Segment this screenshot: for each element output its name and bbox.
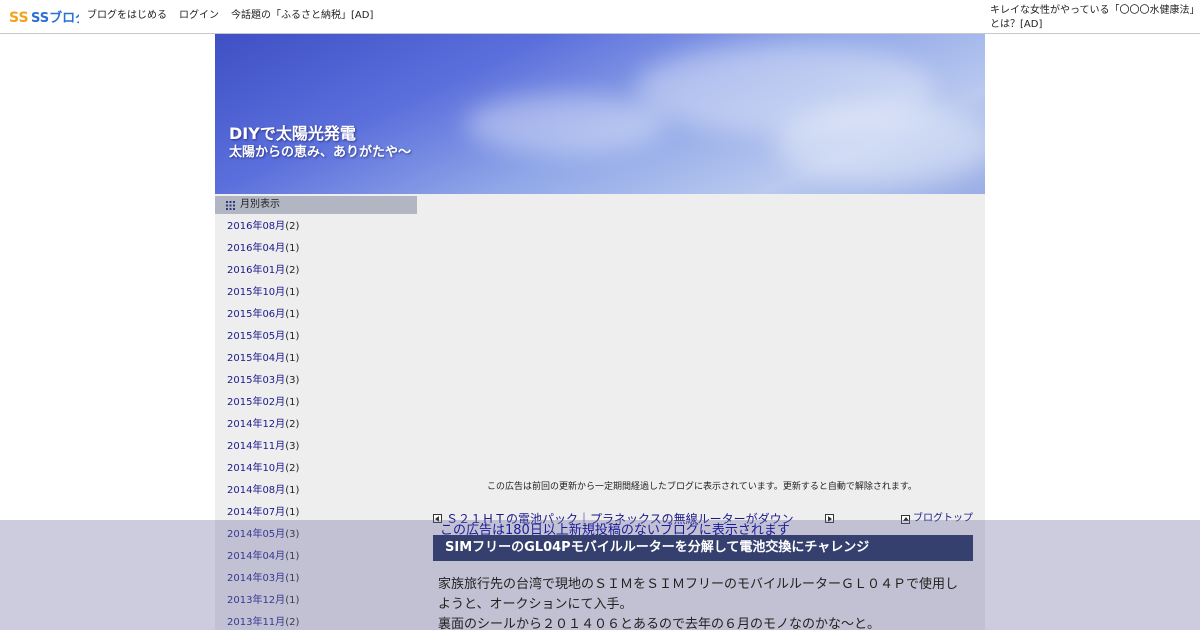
monthly-archive-label: 月別表示 bbox=[240, 199, 280, 210]
archive-item: 2014年12月(2) bbox=[227, 418, 299, 440]
archive-count: (3) bbox=[285, 375, 300, 386]
archive-item: 2015年05月(1) bbox=[227, 330, 299, 352]
archive-count: (1) bbox=[285, 331, 300, 342]
ss-blog-logo[interactable]: SS SSブログ bbox=[9, 9, 79, 25]
archive-item: 2014年11月(3) bbox=[227, 440, 299, 462]
archive-count: (1) bbox=[285, 287, 300, 298]
archive-month-link[interactable]: 2016年08月 bbox=[227, 221, 285, 232]
archive-count: (1) bbox=[285, 485, 300, 496]
archive-count: (2) bbox=[285, 265, 300, 276]
archive-count: (2) bbox=[285, 463, 300, 474]
top-right-ad-link[interactable]: キレイな女性がやっている「〇〇〇水健康法」とは？[AD] bbox=[990, 4, 1200, 32]
archive-item: 2015年02月(1) bbox=[227, 396, 299, 418]
archive-item: 2015年04月(1) bbox=[227, 352, 299, 374]
archive-month-link[interactable]: 2015年02月 bbox=[227, 397, 285, 408]
archive-month-link[interactable]: 2014年11月 bbox=[227, 441, 285, 452]
archive-count: (3) bbox=[285, 441, 300, 452]
archive-month-link[interactable]: 2014年07月 bbox=[227, 507, 285, 518]
archive-month-link[interactable]: 2015年04月 bbox=[227, 353, 285, 364]
start-blog-link[interactable]: ブログをはじめる bbox=[87, 9, 167, 23]
archive-month-link[interactable]: 2015年10月 bbox=[227, 287, 285, 298]
post-body: 家族旅行先の台湾で現地のＳＩＭをＳＩＭフリーのモバイルルーターＧＬ０４Ｐで使用し… bbox=[438, 575, 968, 635]
archive-count: (1) bbox=[285, 309, 300, 320]
svg-text:SS: SS bbox=[9, 10, 29, 25]
archive-item: 2016年08月(2) bbox=[227, 220, 299, 242]
archive-item: 2015年03月(3) bbox=[227, 374, 299, 396]
archive-count: (2) bbox=[285, 419, 300, 430]
archive-count: (1) bbox=[285, 353, 300, 364]
top-bar: SS SSブログ ブログをはじめる ログイン 今話題の「ふるさと納税」[AD] … bbox=[0, 0, 1200, 34]
monthly-archive-heading: 月別表示 bbox=[215, 196, 417, 214]
archive-month-link[interactable]: 2014年12月 bbox=[227, 419, 285, 430]
banner-cloud bbox=[465, 94, 665, 154]
grid-icon bbox=[226, 201, 235, 210]
stale-blog-ad-note: この広告は前回の更新から一定期間経過したブログに表示されています。更新すると自動… bbox=[487, 482, 917, 492]
archive-item: 2015年10月(1) bbox=[227, 286, 299, 308]
archive-item: 2016年01月(2) bbox=[227, 264, 299, 286]
archive-month-link[interactable]: 2015年03月 bbox=[227, 375, 285, 386]
furusato-ad-link[interactable]: 今話題の「ふるさと納税」[AD] bbox=[231, 9, 373, 23]
archive-count: (1) bbox=[285, 243, 300, 254]
archive-month-link[interactable]: 2015年05月 bbox=[227, 331, 285, 342]
login-link[interactable]: ログイン bbox=[179, 9, 219, 23]
archive-month-link[interactable]: 2015年06月 bbox=[227, 309, 285, 320]
archive-month-link[interactable]: 2016年01月 bbox=[227, 265, 285, 276]
banner-cloud bbox=[775, 104, 985, 184]
post-paragraph: 家族旅行先の台湾で現地のＳＩＭをＳＩＭフリーのモバイルルーターＧＬ０４Ｐで使用し… bbox=[438, 577, 959, 612]
logo-text: SSブログ bbox=[31, 10, 79, 25]
archive-month-link[interactable]: 2014年08月 bbox=[227, 485, 285, 496]
blog-subtitle: 太陽からの恵み、ありがたや～ bbox=[229, 145, 412, 160]
post-paragraph: 裏面のシールから２０１４０６とあるので去年の６月のモノなのかな～と。 bbox=[438, 617, 881, 632]
archive-count: (1) bbox=[285, 507, 300, 518]
archive-month-link[interactable]: 2014年10月 bbox=[227, 463, 285, 474]
archive-item: 2014年10月(2) bbox=[227, 462, 299, 484]
archive-item: 2015年06月(1) bbox=[227, 308, 299, 330]
archive-month-link[interactable]: 2016年04月 bbox=[227, 243, 285, 254]
post-title[interactable]: SIMフリーのGL04Pモバイルルーターを分解して電池交換にチャレンジ bbox=[433, 535, 973, 561]
archive-count: (1) bbox=[285, 397, 300, 408]
archive-item: 2016年04月(1) bbox=[227, 242, 299, 264]
archive-count: (2) bbox=[285, 221, 300, 232]
archive-item: 2014年08月(1) bbox=[227, 484, 299, 506]
blog-header-banner[interactable]: DIYで太陽光発電 太陽からの恵み、ありがたや～ bbox=[215, 34, 985, 194]
